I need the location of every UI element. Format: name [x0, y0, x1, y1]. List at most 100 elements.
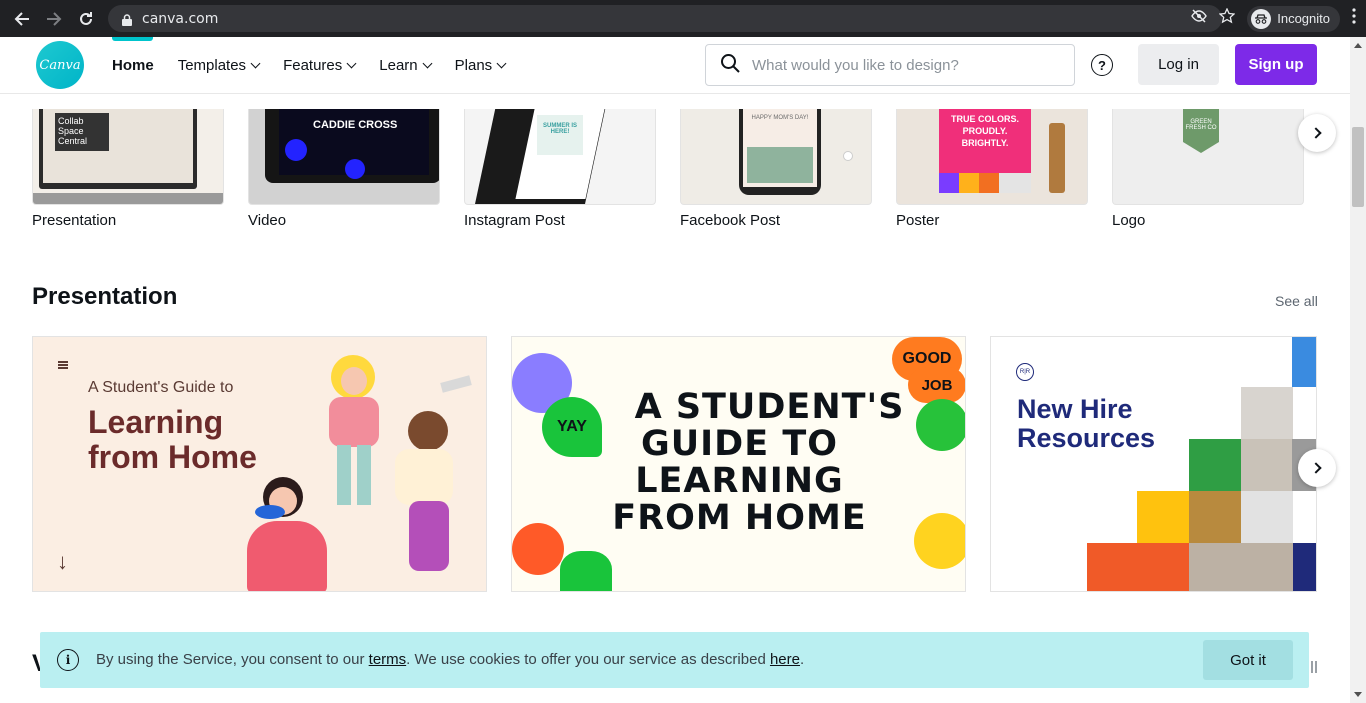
design-type-video[interactable]: CADDIE CROSS Video — [248, 109, 440, 229]
instagram-thumb-text: SUMMER IS HERE! — [537, 115, 583, 155]
scroll-up-arrow-icon[interactable] — [1354, 43, 1362, 48]
chevron-down-icon — [422, 58, 433, 68]
design-type-instagram-post[interactable]: SUMMER IS HERE! Instagram Post — [464, 109, 656, 229]
design-type-label: Presentation — [32, 212, 117, 229]
video-thumbnail: CADDIE CROSS — [248, 109, 440, 205]
card-line-2: GUIDE TO — [641, 424, 838, 464]
chevron-down-icon — [346, 58, 357, 68]
forward-icon[interactable] — [38, 3, 70, 35]
incognito-icon — [1251, 8, 1272, 29]
got-it-label: Got it — [1230, 651, 1266, 669]
main-nav: Home Templates Features Learn Plans — [112, 37, 529, 93]
url-text: canva.com — [142, 10, 219, 27]
site-header: Canva Home Templates Features Learn Plan… — [0, 37, 1350, 94]
cookie-banner: i By using the Service, you consent to o… — [40, 632, 1309, 688]
presentation-thumb-text: Collab Space Central — [55, 113, 109, 151]
nav-plans[interactable]: Plans — [454, 56, 507, 74]
cookie-text-before: By using the Service, you consent to our — [96, 651, 369, 668]
cookie-message: By using the Service, you consent to our… — [96, 651, 804, 668]
cookie-text-middle: . We use cookies to offer you our servic… — [406, 651, 770, 668]
nav-learn-label: Learn — [379, 56, 418, 74]
section-title: Presentation — [32, 283, 178, 310]
browser-toolbar: canva.com Incognito — [0, 0, 1366, 37]
video-thumb-text: CADDIE CROSS — [313, 119, 398, 131]
incognito-label: Incognito — [1277, 11, 1330, 26]
login-label: Log in — [1158, 56, 1199, 73]
presentation-template-card[interactable]: R|R New Hire Resources — [990, 336, 1317, 592]
menu-icon — [58, 361, 68, 369]
help-label: ? — [1098, 57, 1106, 73]
browser-menu-icon[interactable] — [1352, 8, 1356, 29]
design-type-logo[interactable]: GREEN FRESH CO Logo — [1112, 109, 1304, 229]
nav-features-label: Features — [283, 56, 343, 74]
design-type-presentation[interactable]: Collab Space Central Presentation — [32, 109, 224, 229]
design-type-label: Video — [248, 212, 287, 229]
star-icon[interactable] — [1218, 7, 1236, 29]
logo-text: Canva — [39, 57, 81, 73]
card-title-line2: from Home — [88, 439, 257, 475]
here-link[interactable]: here — [770, 651, 800, 668]
sticker-face — [560, 551, 612, 591]
card-title-line1: New Hire — [1017, 394, 1133, 424]
card-line-1: A STUDENT'S — [634, 387, 905, 427]
logo-thumb-text: GREEN FRESH CO — [1183, 109, 1219, 153]
design-type-facebook-post[interactable]: HAPPY MOM'S DAY! Facebook Post — [680, 109, 872, 229]
got-it-button[interactable]: Got it — [1203, 640, 1293, 680]
signup-button[interactable]: Sign up — [1235, 44, 1317, 85]
design-type-carousel: Collab Space Central Presentation CADDIE… — [32, 109, 1322, 239]
info-icon: i — [57, 649, 79, 671]
design-types-next-button[interactable] — [1298, 114, 1336, 152]
terms-link[interactable]: terms — [369, 651, 407, 668]
chevron-down-icon — [250, 58, 261, 68]
design-type-label: Instagram Post — [464, 212, 565, 229]
design-type-label: Facebook Post — [680, 212, 781, 229]
page-scrollbar[interactable] — [1350, 37, 1366, 703]
reload-icon[interactable] — [70, 3, 102, 35]
search-icon — [720, 53, 740, 78]
chevron-down-icon — [496, 58, 507, 68]
scroll-thumb[interactable] — [1352, 127, 1364, 207]
pause-icon — [1311, 661, 1317, 673]
logo-thumbnail: GREEN FRESH CO — [1112, 109, 1304, 205]
card-line-4: FROM HOME — [612, 498, 867, 538]
instagram-post-thumbnail: SUMMER IS HERE! — [464, 109, 656, 205]
card-logo: R|R — [1016, 363, 1034, 381]
poster-thumbnail: TRUE COLORS. PROUDLY. BRIGHTLY. — [896, 109, 1088, 205]
design-type-label: Logo — [1112, 212, 1146, 229]
card-line-3: LEARNING — [635, 461, 844, 501]
nav-plans-label: Plans — [454, 56, 493, 74]
card-title-line1: Learning — [88, 404, 224, 440]
card-subtitle: A Student's Guide to — [88, 379, 234, 396]
signup-label: Sign up — [1248, 56, 1304, 73]
presentation-template-card[interactable]: YAY GOOD JOB A STUDENT'S GUIDE TO LEARNI… — [511, 336, 966, 592]
presentation-thumbnail: Collab Space Central — [32, 109, 224, 205]
chevron-right-icon — [1309, 462, 1322, 474]
design-type-poster[interactable]: TRUE COLORS. PROUDLY. BRIGHTLY. Poster — [896, 109, 1088, 229]
chevron-right-icon — [1309, 127, 1322, 139]
lock-icon — [122, 13, 132, 26]
help-icon[interactable]: ? — [1091, 54, 1113, 76]
presentation-next-button[interactable] — [1298, 449, 1336, 487]
search-input[interactable]: What would you like to design? — [705, 44, 1075, 86]
nav-home[interactable]: Home — [112, 57, 154, 74]
eye-off-icon[interactable] — [1191, 9, 1208, 28]
incognito-badge[interactable]: Incognito — [1247, 5, 1340, 32]
address-bar[interactable]: canva.com — [108, 5, 1222, 32]
card-title-line2: Resources — [1017, 423, 1156, 453]
facebook-post-thumbnail: HAPPY MOM'S DAY! — [680, 109, 872, 205]
search-placeholder: What would you like to design? — [752, 56, 959, 74]
nav-features[interactable]: Features — [283, 56, 357, 74]
login-button[interactable]: Log in — [1138, 44, 1219, 85]
presentation-template-card[interactable]: A Student's Guide to Learning from Home … — [32, 336, 487, 592]
scroll-down-arrow-icon[interactable] — [1354, 692, 1362, 697]
nav-learn[interactable]: Learn — [379, 56, 433, 74]
nav-home-label: Home — [112, 56, 154, 74]
see-all-link[interactable]: See all — [1275, 293, 1318, 309]
back-icon[interactable] — [6, 3, 38, 35]
nav-templates[interactable]: Templates — [177, 56, 261, 74]
design-type-label: Poster — [896, 212, 940, 229]
down-arrow-icon: ↓ — [57, 549, 68, 574]
nav-templates-label: Templates — [177, 56, 247, 74]
cookie-text-after: . — [799, 651, 805, 668]
canva-logo[interactable]: Canva — [36, 41, 84, 89]
